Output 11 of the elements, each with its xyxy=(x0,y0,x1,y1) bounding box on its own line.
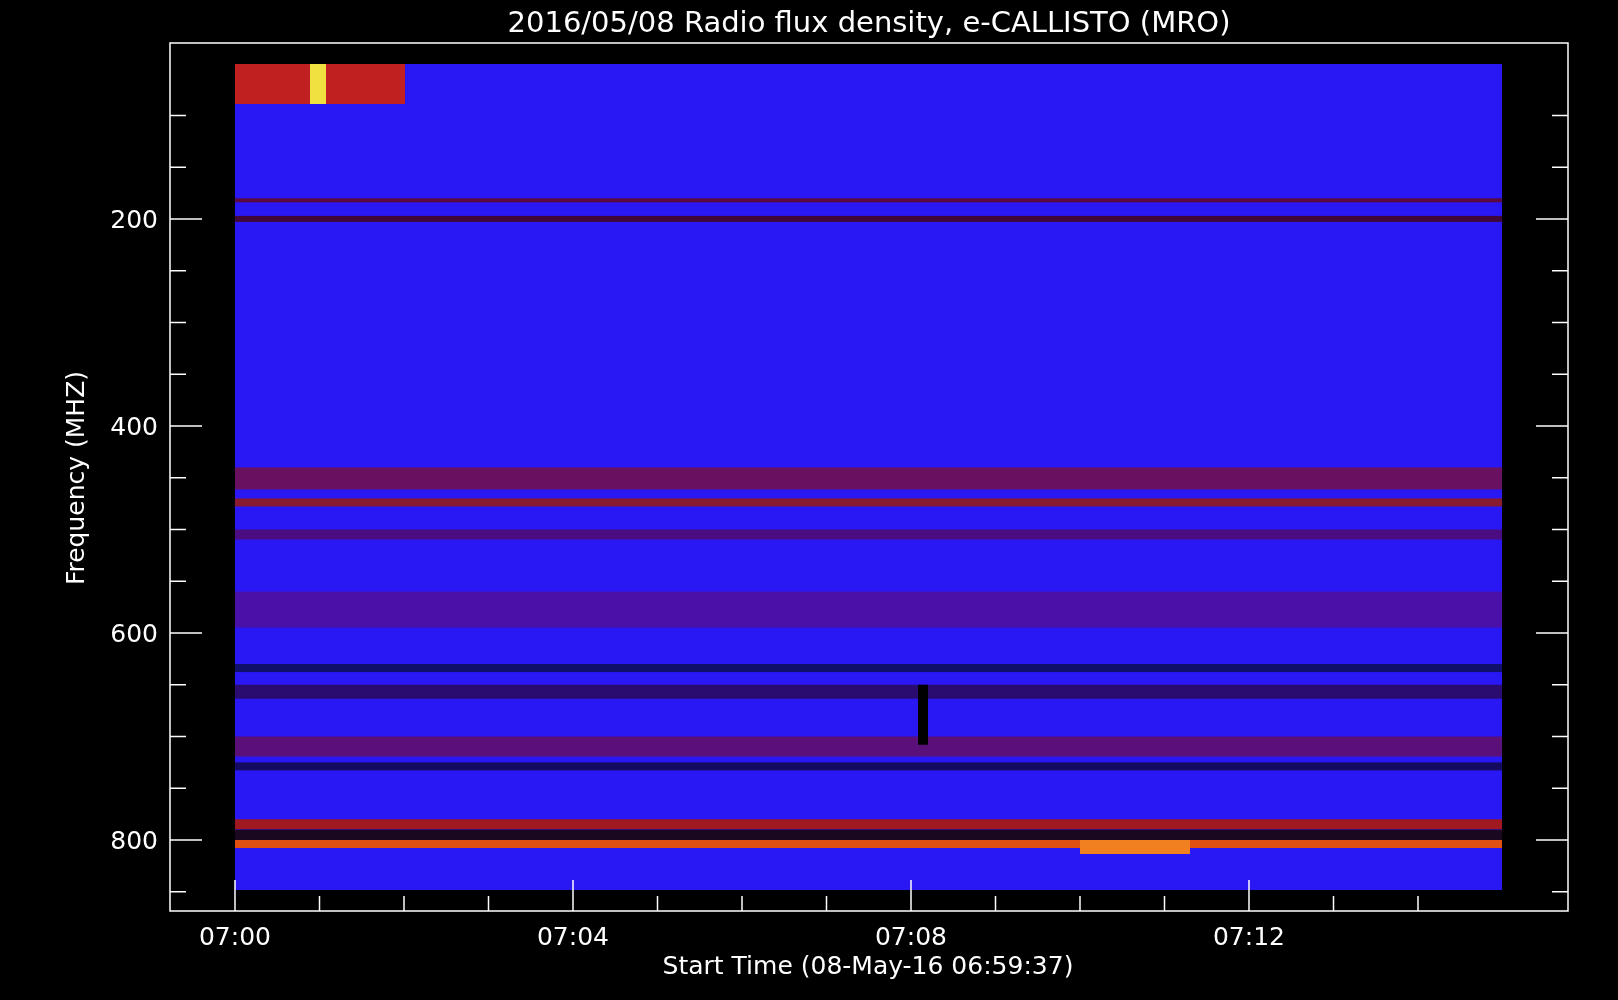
y-axis-label: Frequency (MHZ) xyxy=(61,370,90,586)
x-tick-label: 07:04 xyxy=(537,922,609,951)
y-tick-label: 200 xyxy=(110,205,158,234)
chart-title: 2016/05/08 Radio flux density, e-CALLISTO (MRO) xyxy=(507,5,1231,39)
x-axis-label: Start Time (08-May-16 06:59:37) xyxy=(662,951,1074,980)
y-tick-label: 800 xyxy=(110,826,158,855)
x-tick-label: 07:08 xyxy=(875,922,947,951)
x-tick-label: 07:00 xyxy=(199,922,271,951)
x-tick-label: 07:12 xyxy=(1213,922,1285,951)
y-tick-label: 400 xyxy=(110,412,158,441)
y-tick-label: 600 xyxy=(110,619,158,648)
